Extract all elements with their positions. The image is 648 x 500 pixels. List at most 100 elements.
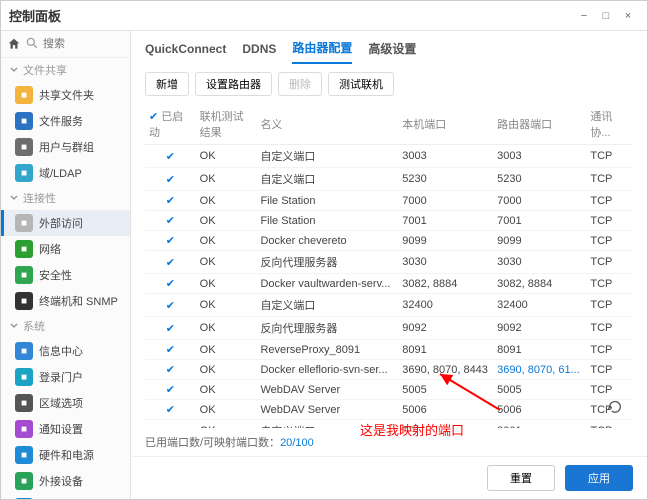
cell-protocol: TCP [586, 380, 633, 400]
sidebar-item-label: 登录门户 [39, 369, 83, 385]
cell-status: OK [196, 145, 257, 168]
cell-protocol: TCP [586, 231, 633, 251]
cell-protocol: TCP [586, 211, 633, 231]
cell-status: OK [196, 274, 257, 294]
sidebar-group[interactable]: 连接性 [1, 186, 130, 210]
minimize-icon[interactable]: − [573, 5, 595, 27]
reset-button[interactable]: 重置 [487, 465, 555, 491]
sidebar-item-icon: ■ [15, 472, 33, 490]
sidebar-item[interactable]: ■信息中心 [1, 338, 130, 364]
col-routerport[interactable]: 路由器端口 [493, 104, 586, 145]
tabs: QuickConnect DDNS 路由器配置高级设置 [131, 31, 647, 64]
control-panel-window: 控制面板 − □ × 文件共享■共享文件夹■文件服务■用户与群组■域/LDAP连… [0, 0, 648, 500]
cell-name: 反向代理服务器 [256, 251, 398, 274]
cell-localport: 9099 [398, 231, 493, 251]
check-icon: ✔ [166, 257, 175, 269]
col-name[interactable]: 名义 [256, 104, 398, 145]
test-connect-button[interactable]: 测试联机 [328, 72, 394, 96]
sidebar-item[interactable]: ■更新和还原 [1, 494, 130, 499]
sidebar-item-label: 外接设备 [39, 473, 83, 489]
sidebar-item[interactable]: ■硬件和电源 [1, 442, 130, 468]
table-row[interactable]: ✔OK反向代理服务器30303030TCP [145, 251, 633, 274]
setup-router-button[interactable]: 设置路由器 [195, 72, 272, 96]
col-status[interactable]: 联机测试结果 [196, 104, 257, 145]
rules-table-wrap[interactable]: ✔ 已启动 联机测试结果 名义 本机端口 路由器端口 通讯协... ✔OK自定义… [131, 104, 647, 428]
window-title: 控制面板 [9, 6, 61, 25]
sidebar-item[interactable]: ■登录门户 [1, 364, 130, 390]
table-row[interactable]: ✔OK反向代理服务器90929092TCP [145, 317, 633, 340]
tab[interactable]: 路由器配置 [292, 39, 352, 64]
table-row[interactable]: ✔OKReverseProxy_809180918091TCP [145, 340, 633, 360]
sidebar-item[interactable]: ■文件服务 [1, 108, 130, 134]
col-localport[interactable]: 本机端口 [398, 104, 493, 145]
table-row[interactable]: ✔OK自定义端口52305230TCP [145, 168, 633, 191]
cell-status: OK [196, 380, 257, 400]
col-protocol[interactable]: 通讯协... [586, 104, 633, 145]
check-icon: ✔ [166, 323, 175, 335]
sidebar-item-icon: ■ [15, 420, 33, 438]
sidebar-item[interactable]: ■通知设置 [1, 416, 130, 442]
sidebar-group[interactable]: 系统 [1, 314, 130, 338]
maximize-icon[interactable]: □ [595, 5, 617, 27]
cell-localport: 7001 [398, 211, 493, 231]
home-icon[interactable] [7, 35, 21, 53]
sidebar-item[interactable]: ■区域选项 [1, 390, 130, 416]
sidebar-item[interactable]: ■共享文件夹 [1, 82, 130, 108]
cell-localport: 3030 [398, 251, 493, 274]
cell-routerport: 8091 [493, 340, 586, 360]
check-icon: ✔ [166, 215, 175, 227]
close-icon[interactable]: × [617, 5, 639, 27]
cell-routerport: 32400 [493, 294, 586, 317]
refresh-icon[interactable] [607, 399, 623, 415]
sidebar-item-label: 文件服务 [39, 113, 83, 129]
tab[interactable]: QuickConnect [145, 42, 226, 62]
sidebar-item-label: 安全性 [39, 267, 72, 283]
apply-button[interactable]: 应用 [565, 465, 633, 491]
sidebar-group[interactable]: 文件共享 [1, 58, 130, 82]
sidebar-item[interactable]: ■用户与群组 [1, 134, 130, 160]
table-row[interactable]: ✔OKFile Station70007000TCP [145, 191, 633, 211]
sidebar-item-icon: ■ [15, 214, 33, 232]
new-button[interactable]: 新增 [145, 72, 189, 96]
sidebar-item[interactable]: ■安全性 [1, 262, 130, 288]
col-enabled[interactable]: ✔ 已启动 [145, 104, 196, 145]
table-row[interactable]: ✔OKFile Station70017001TCP [145, 211, 633, 231]
search-row [1, 31, 130, 58]
cell-name: Docker vaultwarden-serv... [256, 274, 398, 294]
sidebar-item-icon: ■ [15, 342, 33, 360]
check-icon: ✔ [166, 344, 175, 356]
cell-protocol: TCP [586, 274, 633, 294]
table-row[interactable]: ✔OKDocker elleflorio-svn-ser...3690, 807… [145, 360, 633, 380]
check-icon: ✔ [166, 195, 175, 207]
sidebar-item[interactable]: ■域/LDAP [1, 160, 130, 186]
cell-name: ReverseProxy_8091 [256, 340, 398, 360]
footer: 重置 应用 [131, 456, 647, 499]
check-icon: ✔ [166, 384, 175, 396]
tab[interactable]: DDNS [242, 42, 276, 62]
rules-table: ✔ 已启动 联机测试结果 名义 本机端口 路由器端口 通讯协... ✔OK自定义… [145, 104, 633, 428]
sidebar-item-icon: ■ [15, 138, 33, 156]
sidebar-item[interactable]: ■网络 [1, 236, 130, 262]
cell-protocol: TCP [586, 317, 633, 340]
table-row[interactable]: ✔OKDocker vaultwarden-serv...3082, 88843… [145, 274, 633, 294]
search-icon [25, 36, 39, 53]
nav-list: 文件共享■共享文件夹■文件服务■用户与群组■域/LDAP连接性■外部访问■网络■… [1, 58, 130, 499]
cell-routerport: 7001 [493, 211, 586, 231]
sidebar-item[interactable]: ■终端机和 SNMP [1, 288, 130, 314]
cell-routerport: 9092 [493, 317, 586, 340]
cell-protocol: TCP [586, 294, 633, 317]
titlebar: 控制面板 − □ × [1, 1, 647, 31]
cell-protocol: TCP [586, 191, 633, 211]
check-icon: ✔ [166, 404, 175, 416]
tab[interactable]: 高级设置 [368, 40, 416, 63]
table-row[interactable]: ✔OK自定义端口30033003TCP [145, 145, 633, 168]
sidebar-item[interactable]: ■ 外接设备 [1, 468, 130, 494]
sidebar-item-icon: ■ [15, 292, 33, 310]
cell-protocol: TCP [586, 145, 633, 168]
cell-localport: 32400 [398, 294, 493, 317]
table-row[interactable]: ✔OKDocker chevereto90999099TCP [145, 231, 633, 251]
cell-status: OK [196, 340, 257, 360]
sidebar-item[interactable]: ■外部访问 [1, 210, 130, 236]
table-row[interactable]: ✔OK自定义端口3240032400TCP [145, 294, 633, 317]
cell-protocol: TCP [586, 251, 633, 274]
